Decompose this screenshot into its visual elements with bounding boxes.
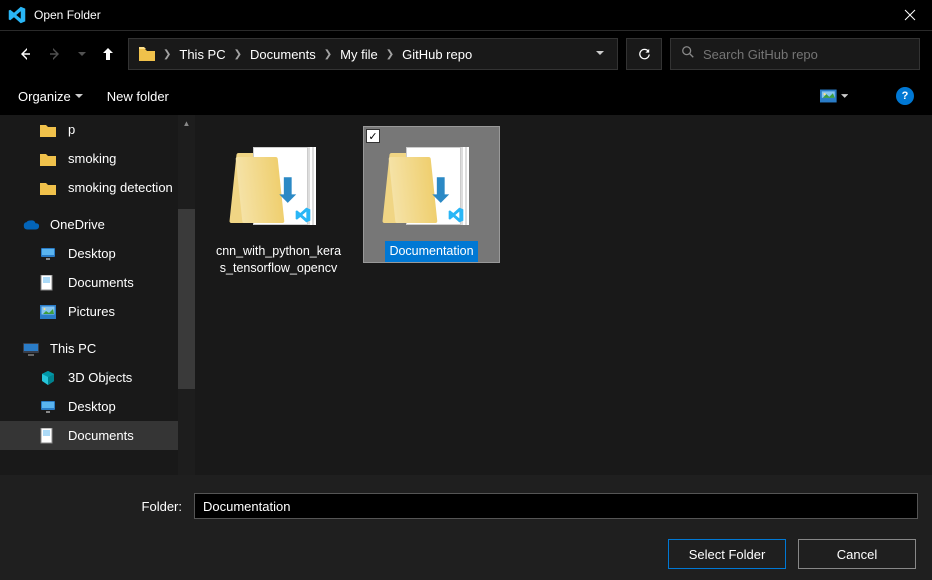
scroll-up-icon[interactable]: ▲ (178, 115, 195, 131)
new-folder-button[interactable]: New folder (107, 89, 169, 104)
tree-item[interactable]: Desktop (0, 239, 178, 268)
tree-item[interactable]: p (0, 115, 178, 144)
folder-icon (40, 179, 58, 197)
onedrive-icon (22, 216, 40, 234)
view-button[interactable] (820, 86, 848, 106)
sidebar: p smoking smoking detection OneDrive (0, 115, 195, 475)
tree-item[interactable]: smoking detection (0, 173, 178, 202)
chevron-right-icon[interactable]: ❯ (232, 49, 244, 60)
history-dropdown[interactable] (589, 45, 611, 63)
tree-label: p (68, 122, 75, 137)
up-button[interactable] (96, 42, 120, 66)
folder-input[interactable] (194, 493, 918, 519)
folder-icon (40, 150, 58, 168)
folder-icon: ⬇ (229, 135, 329, 235)
tree-label: smoking detection (68, 180, 173, 195)
breadcrumb-item[interactable]: My file (336, 45, 382, 64)
forward-button[interactable] (44, 42, 68, 66)
folder-icon: ⬇ (382, 135, 482, 235)
back-button[interactable] (12, 42, 36, 66)
files-pane[interactable]: ⬇ cnn_with_python_keras_tensorflow_openc… (195, 115, 932, 475)
file-label: cnn_with_python_keras_tensorflow_opencv (211, 241, 346, 279)
tree-item[interactable]: Pictures (0, 297, 178, 326)
tree-label: 3D Objects (68, 370, 132, 385)
tree-label: Documents (68, 428, 134, 443)
folder-label: Folder: (12, 499, 182, 514)
monitor-icon (40, 398, 58, 416)
breadcrumb-item[interactable]: GitHub repo (398, 45, 476, 64)
tree-onedrive[interactable]: OneDrive (0, 210, 178, 239)
chevron-right-icon[interactable]: ❯ (322, 49, 334, 60)
breadcrumb-item[interactable]: Documents (246, 45, 320, 64)
close-button[interactable] (887, 0, 932, 30)
tree-item[interactable]: smoking (0, 144, 178, 173)
tree-label: Desktop (68, 399, 116, 414)
pictures-icon (40, 303, 58, 321)
tree-item[interactable]: 3D Objects (0, 363, 178, 392)
folder-item-selected[interactable]: ✓ ⬇ Documentation (364, 127, 499, 262)
scrollbar-thumb[interactable] (178, 209, 195, 389)
folder-icon[interactable] (135, 45, 159, 63)
tree-label: smoking (68, 151, 116, 166)
breadcrumb[interactable]: ❯ This PC ❯ Documents ❯ My file ❯ GitHub… (128, 38, 618, 70)
cancel-button[interactable]: Cancel (798, 539, 916, 569)
chevron-right-icon[interactable]: ❯ (161, 49, 173, 60)
tree-label: This PC (50, 341, 96, 356)
tree-label: Documents (68, 275, 134, 290)
search-box[interactable] (670, 38, 920, 70)
tree-item-active[interactable]: Documents (0, 421, 178, 450)
tree-thispc[interactable]: This PC (0, 334, 178, 363)
breadcrumb-item[interactable]: This PC (175, 45, 229, 64)
search-input[interactable] (703, 47, 909, 62)
folder-icon (40, 121, 58, 139)
refresh-button[interactable] (626, 38, 662, 70)
titlebar: Open Folder (0, 0, 932, 31)
documents-icon (40, 274, 58, 292)
tree-label: Desktop (68, 246, 116, 261)
tree-label: Pictures (68, 304, 115, 319)
organize-button[interactable]: Organize (18, 89, 83, 104)
sidebar-scrollbar[interactable]: ▲ (178, 115, 195, 475)
tree-label: OneDrive (50, 217, 105, 232)
chevron-right-icon[interactable]: ❯ (384, 49, 396, 60)
search-icon (681, 45, 695, 64)
help-button[interactable]: ? (896, 87, 914, 105)
documents-icon (40, 427, 58, 445)
content-area: p smoking smoking detection OneDrive (0, 115, 932, 475)
3d-icon (40, 369, 58, 387)
toolbar: Organize New folder ? (0, 77, 932, 115)
thispc-icon (22, 340, 40, 358)
tree-item[interactable]: Documents (0, 268, 178, 297)
file-label: Documentation (385, 241, 477, 262)
checkbox-icon[interactable]: ✓ (366, 129, 380, 143)
monitor-icon (40, 245, 58, 263)
tree-item[interactable]: Desktop (0, 392, 178, 421)
navbar: ❯ This PC ❯ Documents ❯ My file ❯ GitHub… (0, 31, 932, 77)
vscode-icon (8, 6, 26, 24)
folder-item[interactable]: ⬇ cnn_with_python_keras_tensorflow_openc… (211, 127, 346, 279)
footer: Folder: Select Folder Cancel (0, 475, 932, 580)
select-folder-button[interactable]: Select Folder (668, 539, 786, 569)
window-title: Open Folder (34, 8, 887, 22)
recent-dropdown[interactable] (76, 42, 88, 66)
